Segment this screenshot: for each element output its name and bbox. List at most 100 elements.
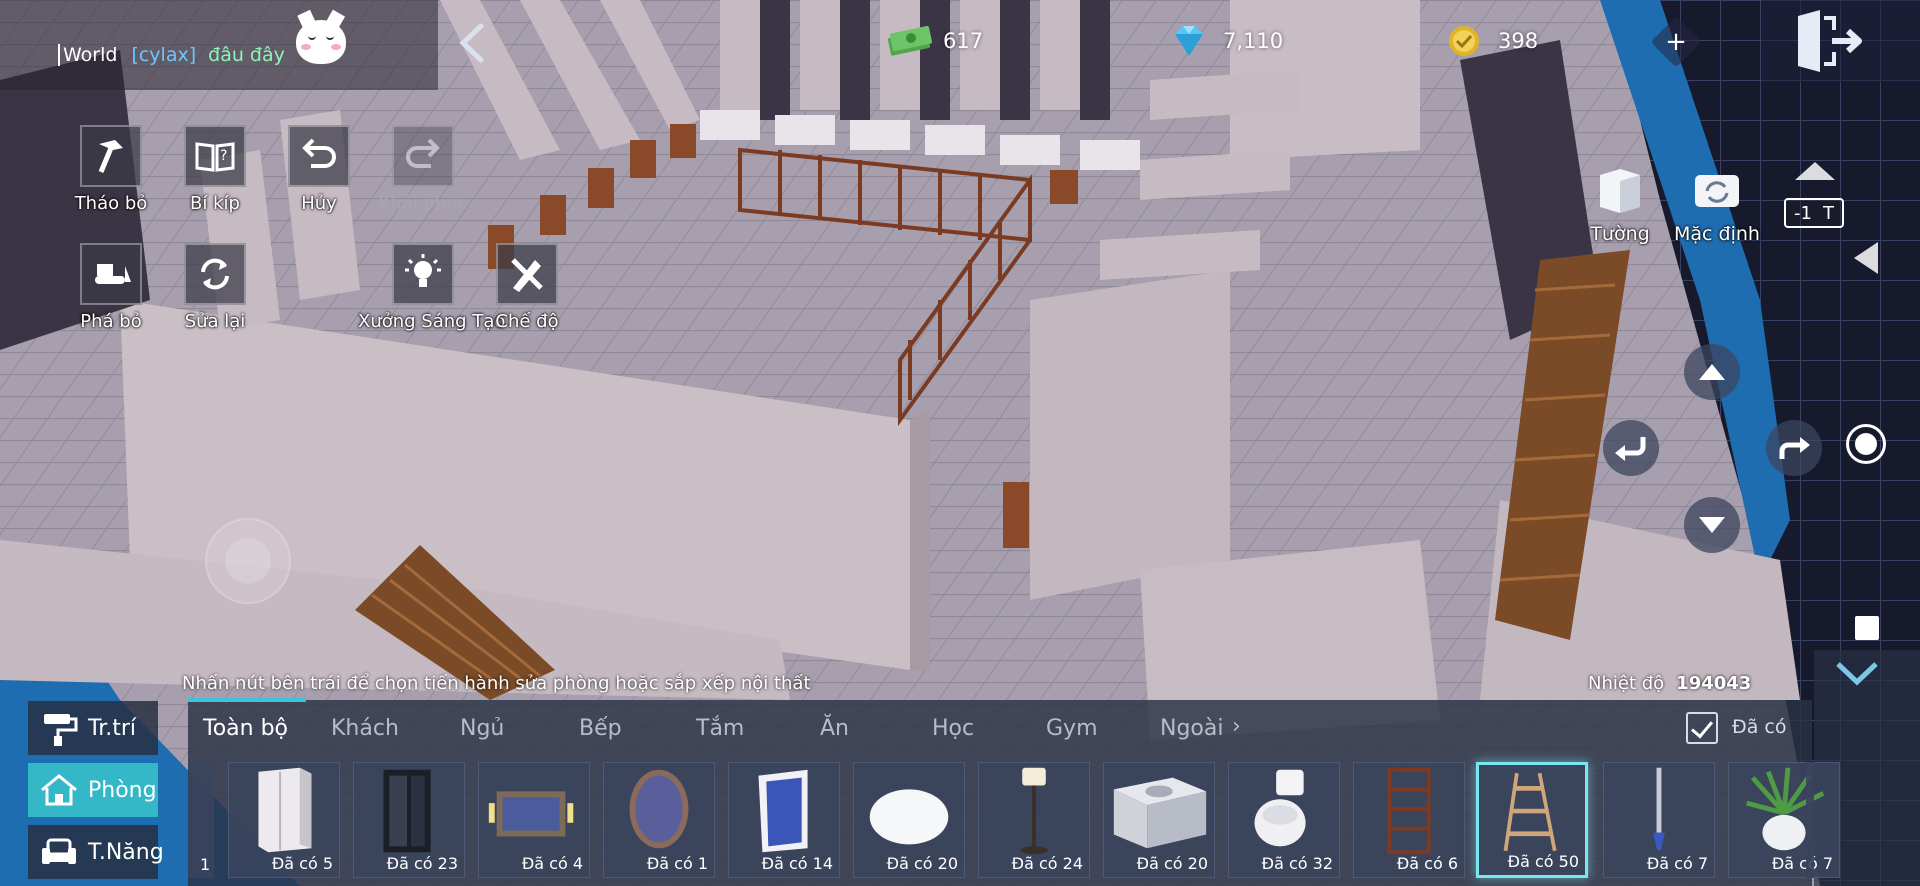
lighted-mirror-icon (758, 769, 808, 853)
wall-view-label: Tường (1590, 223, 1650, 245)
default-view-label: Mặc định (1674, 223, 1760, 245)
item-card[interactable]: Đã có 20 (853, 762, 965, 878)
cash-icon (885, 24, 933, 58)
item-card[interactable]: Đã có 4 (478, 762, 590, 878)
exit-door-icon (1798, 10, 1862, 72)
item-count: Đã có 7 (1771, 854, 1833, 873)
round-rug-icon (869, 789, 949, 845)
item-count: Đã có 6 (1396, 854, 1458, 873)
category-dining[interactable]: Ăn (820, 716, 849, 741)
toilet-icon (1254, 769, 1306, 847)
item-count: Đã có 50 (1507, 852, 1579, 871)
item-card[interactable]: Đã có 1 (603, 762, 715, 878)
floor-up-arrow[interactable] (1795, 162, 1835, 180)
wardrobe-white-icon (258, 767, 312, 853)
cat-emoji-icon (296, 20, 346, 64)
category-bathroom[interactable]: Tắm (696, 716, 744, 741)
chevron-down-icon (1836, 662, 1878, 686)
camera-down-button[interactable] (1684, 497, 1740, 553)
stop-button[interactable] (1855, 616, 1879, 640)
category-scroll-right-icon[interactable]: › (1232, 714, 1241, 739)
redo-tool[interactable]: Khôi phục (358, 125, 488, 214)
chat-message: World [cylax] đâu đây (58, 44, 285, 66)
item-card[interactable]: Đã có 5 (228, 762, 340, 878)
camera-up-button[interactable] (1684, 344, 1740, 400)
triangle-up-icon (1699, 364, 1725, 380)
undo-icon (288, 125, 350, 187)
rotate-left-icon (1615, 437, 1646, 461)
back-button[interactable] (455, 22, 489, 64)
rotate-right-button[interactable] (1766, 420, 1822, 476)
item-count: Đã có 24 (1011, 854, 1083, 873)
category-living[interactable]: Khách (331, 716, 399, 741)
mode-tool-label: Chế độ (495, 311, 559, 332)
oval-mirror-icon (629, 769, 689, 849)
record-button[interactable] (1846, 424, 1886, 464)
tab-function-label: T.Năng (88, 839, 164, 865)
rotate-left-button[interactable] (1603, 420, 1659, 476)
tab-room[interactable]: Phòng (28, 763, 158, 817)
potted-plant-icon (1746, 767, 1825, 851)
mode-tool[interactable]: Chế độ (462, 243, 592, 332)
category-kitchen[interactable]: Bếp (579, 716, 622, 741)
wall-view-toggle[interactable]: Tường (1565, 165, 1675, 245)
redo-icon (392, 125, 454, 187)
chat-panel[interactable]: World [cylax] đâu đây (0, 0, 438, 90)
item-count: Đã có 20 (1136, 854, 1208, 873)
item-card-partial (1806, 762, 1814, 878)
repair-tool[interactable]: Sửa lại (150, 243, 280, 332)
item-card[interactable]: Đã có 7 (1728, 762, 1840, 878)
repair-tool-label: Sửa lại (184, 311, 246, 332)
pencil-ruler-icon (496, 243, 558, 305)
temperature-readout: Nhiệt độ 194043 (1588, 673, 1751, 694)
book-question-icon: ? (184, 125, 246, 187)
vanity-mirror-icon (488, 791, 574, 837)
side-panel-toggle[interactable] (1854, 242, 1878, 274)
tab-decorate-label: Tr.trí (88, 715, 137, 741)
collapse-inventory-button[interactable] (1832, 654, 1882, 694)
svg-text:?: ? (220, 148, 227, 164)
item-card-selected[interactable]: Đã có 50 (1476, 762, 1588, 878)
default-view-button[interactable]: Mặc định (1662, 165, 1772, 245)
furniture-item-list: Đã có 5 Đã có 23 Đã có 4 Đã có 1 Đã có 1… (194, 762, 1840, 878)
item-card[interactable]: Đã có 23 (353, 762, 465, 878)
item-card[interactable]: Đã có 20 (1103, 762, 1215, 878)
exit-button[interactable] (1762, 0, 1920, 82)
item-card[interactable]: Đã có 14 (728, 762, 840, 878)
hint-text: Nhấn nút bên trái để chọn tiến hành sửa … (182, 673, 811, 694)
paint-roller-icon (38, 710, 80, 746)
refresh-icon (184, 243, 246, 305)
tab-decorate[interactable]: Tr.trí (28, 701, 158, 755)
standing-torch-icon (1653, 767, 1665, 851)
category-outdoor[interactable]: Ngoài (1160, 716, 1223, 741)
category-all[interactable]: Toàn bộ (203, 716, 288, 741)
movement-joystick[interactable] (205, 518, 291, 604)
gem-counter: 7,110 (1165, 24, 1283, 58)
plus-icon: + (1665, 27, 1687, 57)
category-study[interactable]: Học (932, 716, 974, 741)
chat-channel: World (58, 44, 118, 66)
item-card[interactable]: Đã có 7 (1603, 762, 1715, 878)
tab-function[interactable]: T.Năng (28, 825, 164, 879)
gold-coin-icon (1440, 24, 1488, 58)
gem-value: 7,110 (1223, 29, 1284, 53)
chat-text: đâu đây (208, 44, 285, 66)
category-bedroom[interactable]: Ngủ (460, 716, 504, 741)
chat-player-name: [cylax] (131, 44, 197, 66)
add-currency-button[interactable]: + (1650, 16, 1702, 68)
cash-counter: 617 (885, 24, 983, 58)
item-count: Đã có 4 (521, 854, 583, 873)
item-card[interactable]: Đã có 6 (1353, 762, 1465, 878)
temperature-value: 194043 (1676, 673, 1752, 694)
item-card[interactable]: Đã có 24 (978, 762, 1090, 878)
item-count: Đã có 32 (1261, 854, 1333, 873)
category-gym[interactable]: Gym (1046, 716, 1098, 741)
floor-value: -1 (1794, 202, 1812, 224)
item-count: Đã có 20 (886, 854, 958, 873)
owned-filter-checkbox[interactable] (1686, 712, 1718, 744)
floor-lamp-icon (1020, 767, 1048, 855)
item-card[interactable]: Đã có 32 (1228, 762, 1340, 878)
rotate-right-icon (1779, 437, 1810, 459)
item-count: Đã có 23 (386, 854, 458, 873)
floor-indicator[interactable]: -1 T (1784, 198, 1844, 228)
